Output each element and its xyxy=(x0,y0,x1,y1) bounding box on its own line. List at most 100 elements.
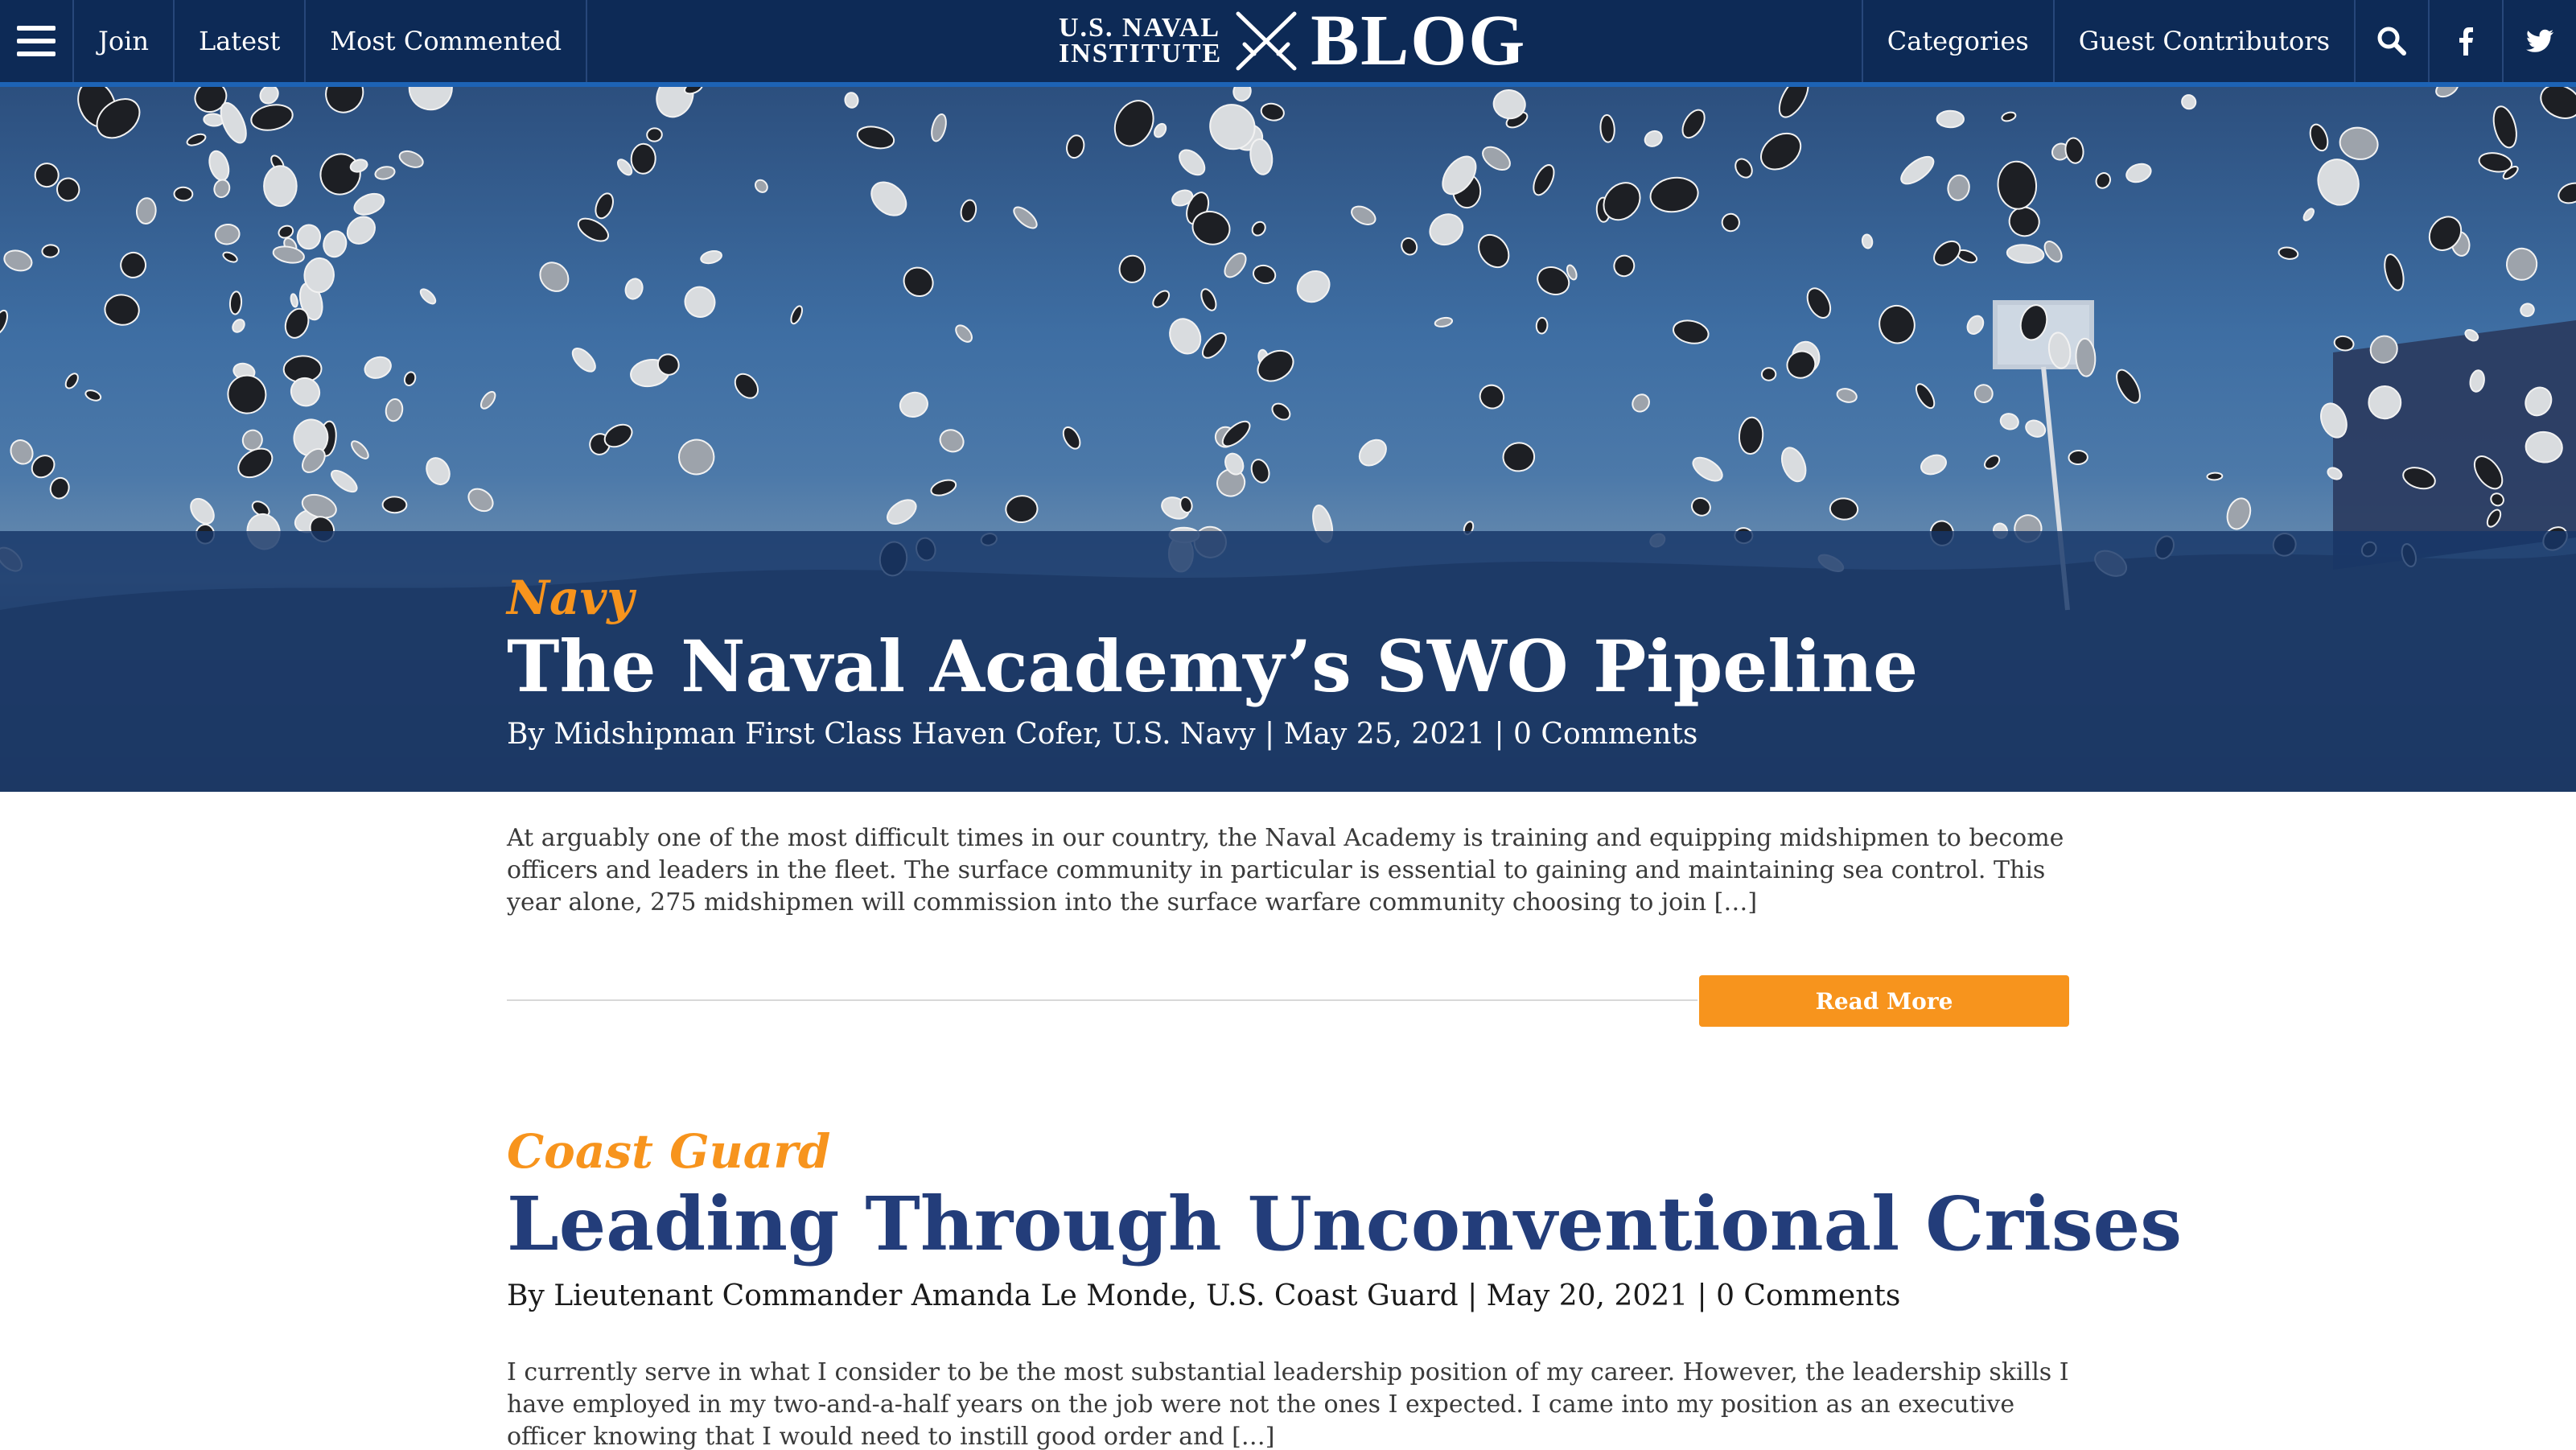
thrown-cap xyxy=(173,186,194,202)
nav-join-link[interactable]: Join xyxy=(74,0,175,82)
thrown-cap xyxy=(2001,111,2017,122)
crossed-swords-icon xyxy=(1236,11,1297,71)
thrown-cap xyxy=(1005,495,1039,524)
nav-most-commented-link[interactable]: Most Commented xyxy=(306,0,588,82)
thrown-cap xyxy=(1250,459,1270,484)
thrown-cap xyxy=(1062,426,1081,450)
thrown-cap xyxy=(296,224,322,250)
thrown-cap xyxy=(237,447,274,479)
thrown-cap xyxy=(595,192,614,220)
thrown-cap xyxy=(56,177,80,202)
thrown-cap xyxy=(1806,287,1832,319)
thrown-cap xyxy=(2068,449,2088,466)
thrown-cap xyxy=(1154,122,1167,138)
thrown-cap xyxy=(3,249,33,272)
thrown-cap xyxy=(1947,174,1970,201)
thrown-cap xyxy=(1251,220,1266,237)
thrown-cap xyxy=(1013,206,1038,229)
nav-left: Join Latest Most Commented xyxy=(0,0,588,82)
post-category-link[interactable]: Coast Guard xyxy=(507,1123,2438,1180)
search-icon[interactable] xyxy=(2354,0,2428,82)
thrown-cap xyxy=(930,479,957,496)
thrown-cap xyxy=(351,440,369,459)
thrown-cap xyxy=(2339,126,2379,160)
thrown-cap xyxy=(870,181,907,216)
thrown-cap xyxy=(1692,456,1723,482)
thrown-cap xyxy=(2520,303,2535,317)
thrown-cap xyxy=(290,293,298,308)
thrown-cap xyxy=(1224,252,1247,278)
hamburger-menu-icon[interactable] xyxy=(0,0,74,82)
nav-right: Categories Guest Contributors xyxy=(1861,0,2576,82)
thrown-cap xyxy=(2309,123,2329,152)
thrown-cap xyxy=(899,391,928,418)
thrown-cap xyxy=(2435,87,2459,98)
thrown-cap xyxy=(624,278,644,300)
thrown-cap xyxy=(931,113,947,142)
thrown-cap xyxy=(1479,384,1505,410)
thrown-cap xyxy=(755,179,768,193)
site-logo[interactable]: U.S. NAVAL INSTITUTE BLOG xyxy=(1059,0,1526,82)
thrown-cap xyxy=(2333,335,2355,352)
thrown-cap xyxy=(208,150,230,182)
thrown-cap xyxy=(1721,212,1740,233)
thrown-cap xyxy=(1915,383,1936,410)
thrown-cap xyxy=(1836,388,1858,403)
thrown-cap xyxy=(2206,472,2224,481)
thrown-cap xyxy=(1861,233,1874,249)
thrown-cap xyxy=(419,288,437,305)
thrown-cap xyxy=(374,166,396,180)
nav-guest-contributors-link[interactable]: Guest Contributors xyxy=(2052,0,2354,82)
nav-latest-link[interactable]: Latest xyxy=(175,0,307,82)
thrown-cap xyxy=(1900,155,1935,185)
hero-text-block: Navy The Naval Academy’s SWO Pipeline By… xyxy=(507,570,2277,755)
thrown-cap xyxy=(49,476,70,500)
thrown-cap xyxy=(1434,316,1454,327)
thrown-cap xyxy=(479,390,496,410)
thrown-cap xyxy=(1169,318,1202,355)
twitter-icon[interactable] xyxy=(2502,0,2576,82)
thrown-cap xyxy=(381,496,408,514)
thrown-cap xyxy=(1760,132,1802,171)
thrown-cap xyxy=(263,165,298,208)
thrown-cap xyxy=(1113,100,1154,147)
thrown-cap xyxy=(2278,246,2299,260)
thrown-cap xyxy=(2302,208,2315,221)
thrown-cap xyxy=(2064,137,2084,164)
thrown-cap xyxy=(364,356,392,379)
post-title[interactable]: Leading Through Unconventional Crises xyxy=(507,1180,2438,1268)
thrown-cap xyxy=(1502,442,1536,472)
brand-wordmark-small: U.S. NAVAL INSTITUTE xyxy=(1059,14,1222,68)
thrown-cap xyxy=(790,305,803,325)
thrown-cap xyxy=(2043,241,2063,263)
thrown-cap xyxy=(684,286,716,318)
thrown-cap xyxy=(331,469,358,493)
thrown-cap xyxy=(0,309,8,335)
thrown-cap xyxy=(120,251,147,278)
post-meta: By Lieutenant Commander Amanda Le Monde,… xyxy=(507,1279,1901,1312)
thrown-cap xyxy=(1997,160,2038,210)
post-divider xyxy=(507,999,1697,1001)
thrown-cap xyxy=(2384,253,2405,291)
hero-category-link[interactable]: Navy xyxy=(507,570,2277,626)
thrown-cap xyxy=(2492,105,2517,149)
thrown-cap xyxy=(1933,240,1961,266)
nav-categories-link[interactable]: Categories xyxy=(1861,0,2053,82)
thrown-cap xyxy=(1535,316,1549,335)
facebook-icon[interactable] xyxy=(2428,0,2502,82)
thrown-cap xyxy=(222,251,238,263)
read-more-button[interactable]: Read More xyxy=(1699,975,2069,1027)
thrown-cap xyxy=(1152,290,1171,308)
thrown-cap xyxy=(403,371,417,386)
thrown-cap xyxy=(571,347,596,373)
hero-featured-post[interactable]: Navy The Naval Academy’s SWO Pipeline By… xyxy=(0,87,2576,792)
thrown-cap xyxy=(135,197,157,225)
thrown-cap xyxy=(467,488,494,513)
thrown-cap xyxy=(353,192,385,216)
thrown-cap xyxy=(228,290,243,315)
thrown-cap xyxy=(903,266,934,298)
thrown-cap xyxy=(1401,237,1418,256)
thrown-cap xyxy=(41,244,60,258)
hero-post-title[interactable]: The Naval Academy’s SWO Pipeline xyxy=(507,624,2277,708)
thrown-cap xyxy=(426,457,451,486)
